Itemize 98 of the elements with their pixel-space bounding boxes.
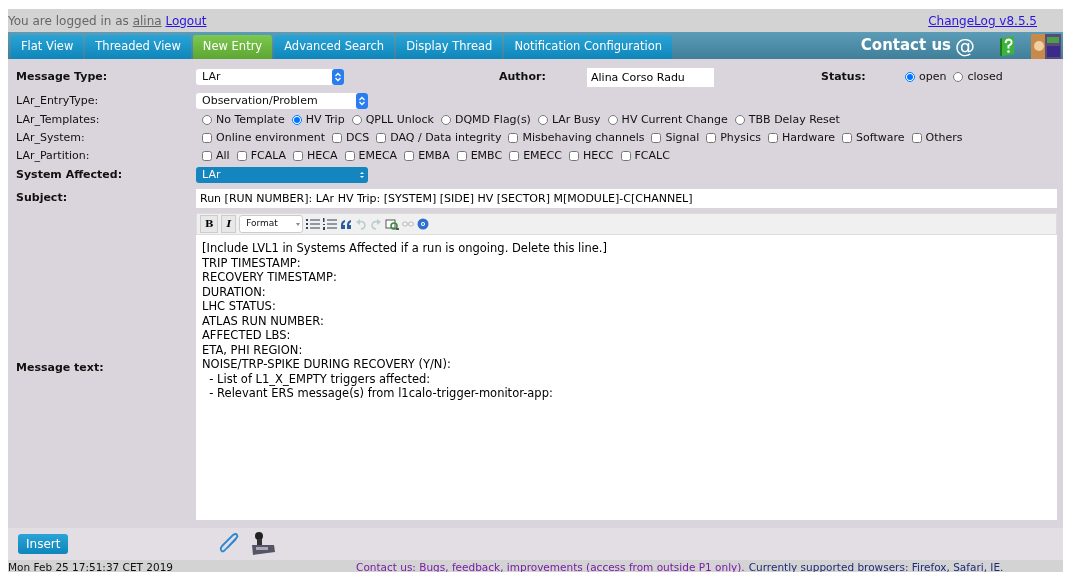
option-label: HV Current Change <box>621 111 728 128</box>
option-label: EMBC <box>470 147 503 164</box>
option-label: QPLL Unlock <box>365 111 434 128</box>
checkbox[interactable] <box>911 133 922 143</box>
login-text: You are logged in as <box>8 13 130 28</box>
option-label: FCALA <box>250 147 287 164</box>
option-label: DCS <box>346 129 370 146</box>
radio-button[interactable] <box>291 115 302 125</box>
checkbox[interactable] <box>508 133 519 143</box>
field-label: Message text: <box>16 360 104 376</box>
option-label: Misbehaving channels <box>522 129 645 146</box>
checkbox[interactable] <box>236 151 247 161</box>
image-icon[interactable] <box>385 217 400 231</box>
field-label: System Affected: <box>16 166 123 183</box>
option-label: Online environment <box>216 129 326 146</box>
checkbox[interactable] <box>651 133 662 143</box>
checkbox[interactable] <box>456 151 467 161</box>
option-label: Signal <box>665 129 700 146</box>
field-label: LAr_Templates: <box>16 111 100 128</box>
option-label: No Template <box>216 111 285 128</box>
help-icon[interactable] <box>999 34 1017 57</box>
checkbox[interactable] <box>376 133 387 143</box>
at-sign-icon[interactable]: @ <box>955 30 975 61</box>
option-label: HECA <box>307 147 338 164</box>
message-type-select[interactable]: LAr <box>196 69 344 85</box>
checkbox[interactable] <box>842 133 853 143</box>
logout-link[interactable]: Logout <box>165 13 207 28</box>
field-label: LAr_System: <box>16 129 85 146</box>
checkbox[interactable] <box>293 151 304 161</box>
entry-type-select[interactable]: Observation/Problem <box>196 93 368 109</box>
checkbox[interactable] <box>767 133 778 143</box>
option-label: EMECC <box>523 147 562 164</box>
nav-tab[interactable]: Notification Configuration <box>504 35 673 59</box>
option-label: HV Trip <box>305 111 345 128</box>
checkbox[interactable] <box>344 151 355 161</box>
radio-button[interactable] <box>440 115 451 125</box>
option-label: closed <box>967 68 1003 85</box>
checkbox[interactable] <box>202 151 212 161</box>
option-label: All <box>216 147 230 164</box>
checkbox[interactable] <box>202 133 212 143</box>
help-circle-icon[interactable] <box>417 218 430 230</box>
radio-button[interactable] <box>607 115 618 125</box>
nav-tab[interactable]: Threaded View <box>85 35 191 59</box>
option-label: FCALC <box>634 147 670 164</box>
option-label: HECC <box>582 147 614 164</box>
option-label: Hardware <box>781 129 836 146</box>
checkbox[interactable] <box>509 151 520 161</box>
checkbox[interactable] <box>620 151 631 161</box>
radio-button[interactable] <box>905 72 915 82</box>
format-select[interactable]: Format <box>239 215 304 233</box>
changelog-link[interactable]: ChangeLog v8.5.5 <box>928 11 1037 30</box>
option-label: open <box>919 68 947 85</box>
checkbox[interactable] <box>568 151 579 161</box>
option-label: LAr Busy <box>551 111 601 128</box>
contact-link[interactable]: Contact us: Bugs, feedback, improvements (access from outside P1 only). <box>356 559 745 572</box>
radio-button[interactable] <box>351 115 362 125</box>
radio-button[interactable] <box>734 115 745 125</box>
insert-button[interactable]: Insert <box>18 533 69 554</box>
option-label: DAQ / Data integrity <box>390 129 502 146</box>
checkbox[interactable] <box>404 151 415 161</box>
radio-button[interactable] <box>202 115 212 125</box>
option-label: Physics <box>720 129 761 146</box>
system-affected-select[interactable]: LAr <box>196 167 368 183</box>
field-label: Status: <box>821 68 867 85</box>
italic-button[interactable]: I <box>221 215 237 233</box>
field-label: LAr_EntryType: <box>16 92 99 109</box>
contact-link[interactable]: Contact us <box>860 34 951 57</box>
field-label: Subject: <box>16 189 68 206</box>
field-label: Author: <box>499 68 547 85</box>
chevron-icon[interactable] <box>356 93 368 109</box>
checkbox[interactable] <box>332 133 343 143</box>
field-label: LAr_Partition: <box>16 147 90 164</box>
browser-note: Currently supported browsers: Firefox, Safari, IE. <box>748 559 1004 572</box>
nav-tab[interactable]: Advanced Search <box>274 35 395 59</box>
bold-button[interactable]: B <box>200 215 219 233</box>
stamp-icon[interactable] <box>250 530 277 557</box>
numbered-list-icon[interactable] <box>323 217 338 231</box>
blockquote-icon[interactable] <box>340 218 353 230</box>
chevron-icon[interactable] <box>332 69 344 85</box>
logo-icon[interactable] <box>1031 34 1061 59</box>
radio-button[interactable] <box>537 115 548 125</box>
option-label: EMECA <box>358 147 398 164</box>
radio-button[interactable] <box>953 72 964 82</box>
option-label: TBB Delay Reset <box>748 111 840 128</box>
option-label: DQMD Flag(s) <box>454 111 531 128</box>
nav-tab[interactable]: Display Thread <box>396 35 503 59</box>
option-label: EMBA <box>418 147 450 164</box>
username: alina <box>132 13 162 28</box>
field-label: Message Type: <box>16 68 108 85</box>
option-label: Software <box>856 129 905 146</box>
author-field[interactable]: Alina Corso Radu <box>587 67 714 87</box>
timestamp: Mon Feb 25 17:51:37 CET 2019 <box>8 559 174 572</box>
nav-tab[interactable]: Flat View <box>11 35 84 59</box>
subject-field[interactable]: Run [RUN NUMBER]: LAr HV Trip: [SYSTEM] [SIDE] HV [SECTOR] M[MODULE]-C[CHANNEL] <box>196 188 1057 208</box>
bullet-list-icon[interactable] <box>306 217 321 231</box>
checkbox[interactable] <box>706 133 717 143</box>
message-editor[interactable]: [Include LVL1 in Systems Affected if a run is ongoing. Delete this line.] TRIP TIMESTAMP: RECOVERY TIMESTAMP: DURATION: LHC STATUS: ATLAS RUN NUMBER: AFFECTED LBS: ETA, PHI REGION: NOISE/TRP-SPIKE DURING RECOVERY (Y/N): - List of L1_X_EMPTY triggers affected: - Relevant ERS message(s) from l1calo-trigger-monitor-app: <box>196 235 1057 520</box>
option-label: Others <box>925 129 963 146</box>
